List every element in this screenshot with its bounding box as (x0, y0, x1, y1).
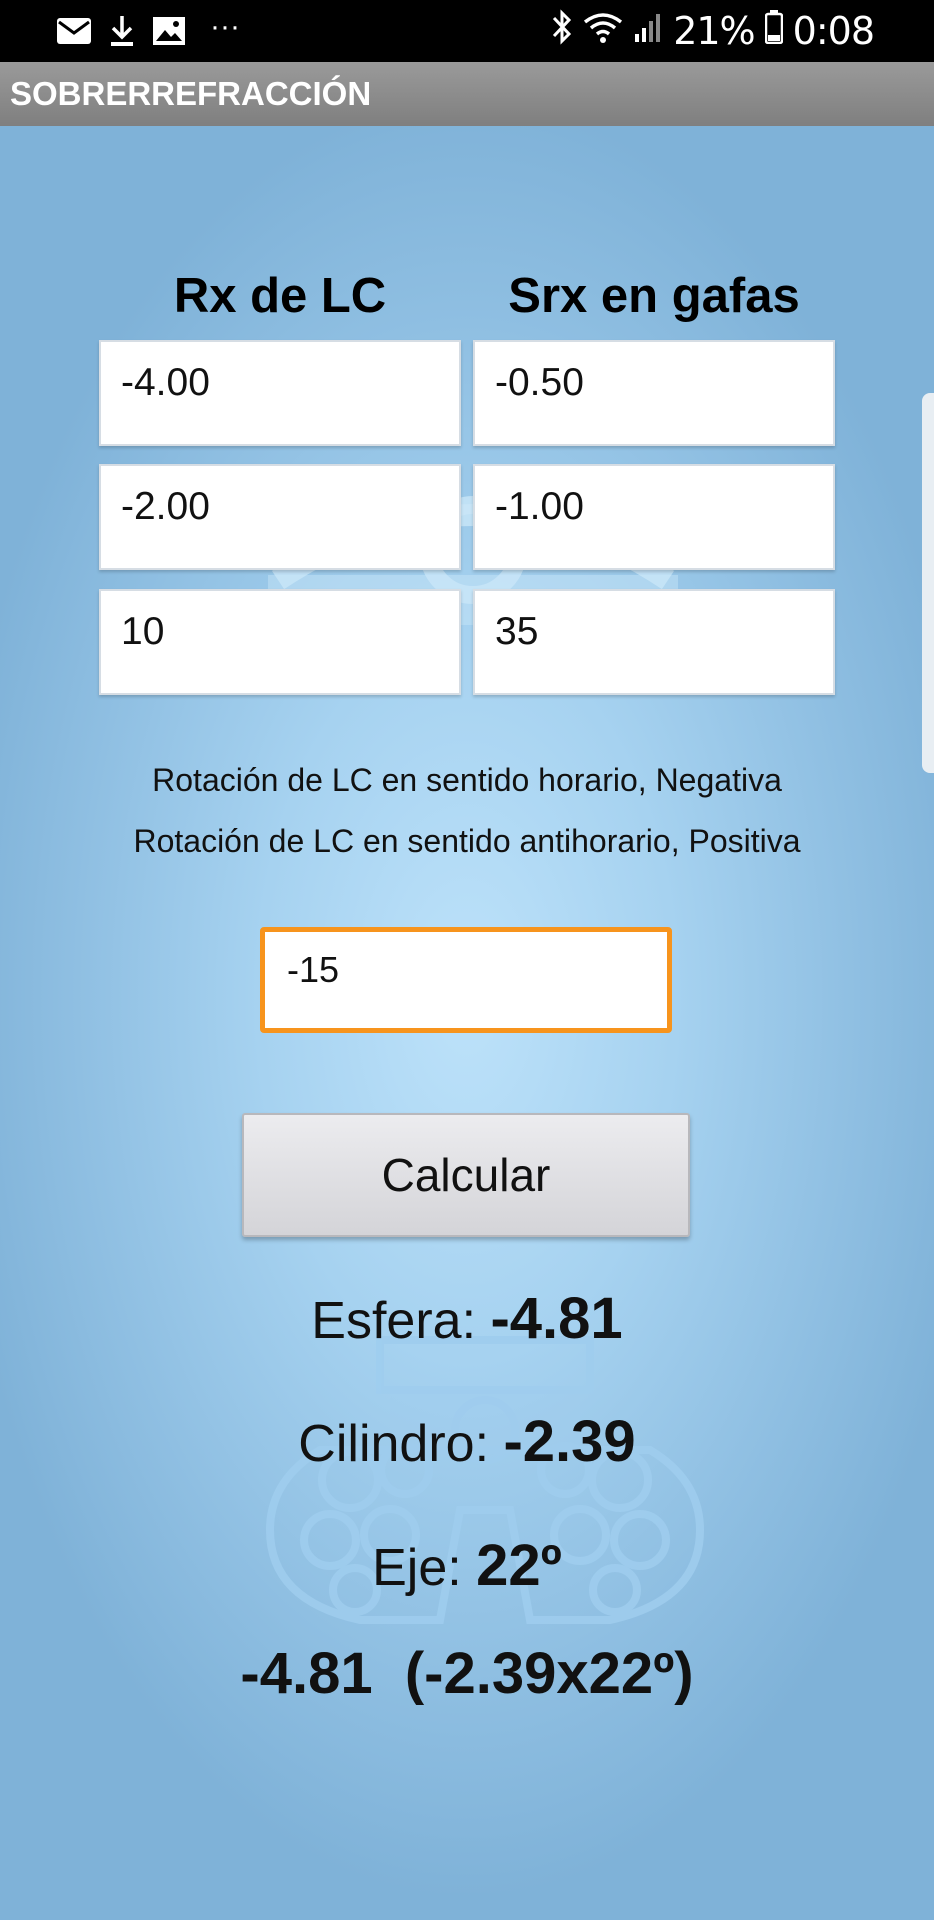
axis-result-value: 22º (476, 1533, 562, 1598)
gafas-axis-input[interactable]: 35 (473, 589, 835, 695)
prescription-summary: -4.81 (-2.39x22º) (240, 1641, 694, 1706)
lc-axis-input[interactable]: 10 (99, 589, 461, 695)
image-icon (152, 12, 186, 50)
sphere-result-label: Esfera: (311, 1292, 477, 1350)
download-icon (108, 12, 136, 50)
wifi-icon (583, 9, 623, 53)
battery-icon (764, 9, 783, 53)
app-title-bar: SOBRERREFRACCIÓN (0, 62, 934, 126)
lc-column-header: Rx de LC (173, 269, 387, 323)
sphere-result-value: -4.81 (490, 1286, 623, 1351)
cylinder-result-label: Cilindro: (298, 1415, 490, 1473)
signal-icon (633, 9, 663, 53)
status-bar: ··· 21% 0:08 (0, 0, 934, 62)
app-title: SOBRERREFRACCIÓN (10, 75, 372, 112)
bluetooth-icon (551, 8, 573, 54)
lc-cylinder-input[interactable]: -2.00 (99, 464, 461, 570)
clock: 0:08 (792, 9, 875, 53)
gafas-cylinder-input[interactable]: -1.00 (473, 464, 835, 570)
axis-result-label: Eje: (372, 1539, 462, 1597)
battery-percent: 21% (673, 9, 755, 53)
cylinder-result: Cilindro: -2.39 (0, 1408, 934, 1475)
lc-sphere-input[interactable]: -4.00 (99, 340, 461, 446)
rotation-note-counterclockwise: Rotación de LC en sentido antihorario, P… (133, 823, 801, 859)
axis-result: Eje: 22º (0, 1532, 934, 1599)
scroll-edge-indicator[interactable] (922, 393, 934, 773)
rotation-input[interactable]: -15 (260, 927, 672, 1033)
cylinder-result-value: -2.39 (503, 1409, 636, 1474)
gafas-column-header: Srx en gafas (508, 269, 800, 323)
calculate-button[interactable]: Calcular (242, 1113, 690, 1237)
gafas-sphere-input[interactable]: -0.50 (473, 340, 835, 446)
rotation-note-clockwise: Rotación de LC en sentido horario, Negat… (152, 762, 782, 798)
sphere-result: Esfera: -4.81 (0, 1285, 934, 1352)
mail-icon (56, 12, 92, 50)
more-icon: ··· (210, 10, 240, 43)
